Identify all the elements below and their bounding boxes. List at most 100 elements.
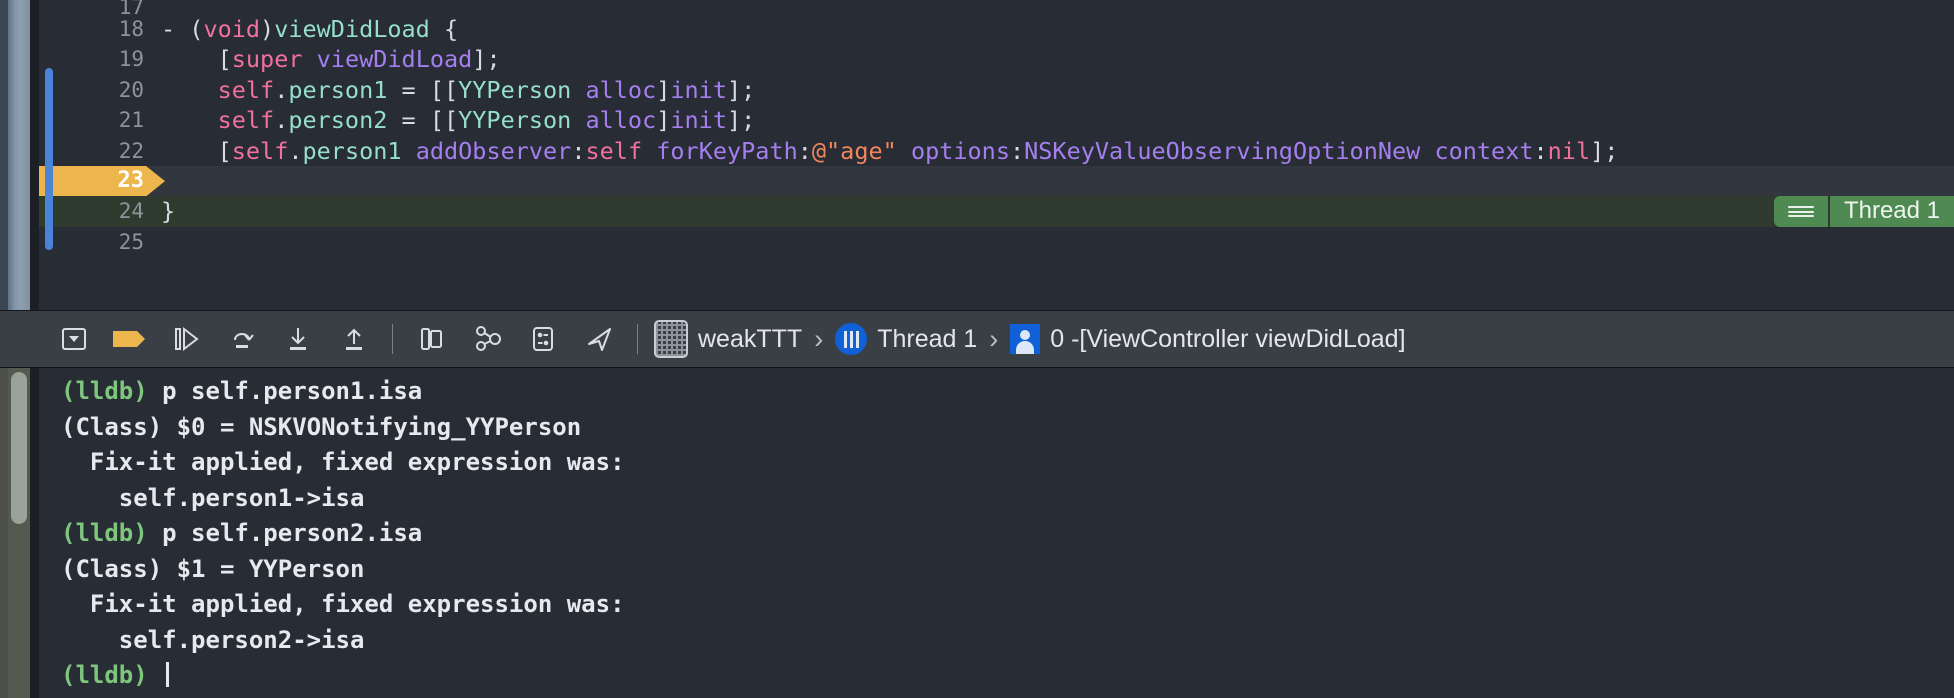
token: [ — [161, 136, 232, 165]
step-out-icon[interactable] — [326, 310, 382, 368]
hide-debug-area-icon[interactable] — [46, 310, 102, 368]
code-text: self.person1 = [[YYPerson alloc]init]; — [161, 75, 756, 105]
token: . — [288, 136, 303, 165]
breadcrumb: weakTTT › Thread 1 › 0 -[ViewController … — [654, 320, 1406, 358]
token: ) — [260, 15, 275, 43]
console-line: self.person1->isa — [61, 481, 1954, 517]
token: nil — [1547, 136, 1591, 165]
token: : — [571, 136, 586, 165]
environment-overrides-icon[interactable] — [515, 310, 571, 368]
toolbar-divider — [637, 324, 638, 354]
code-canvas[interactable]: 17 18- (void)viewDidLoad {19 [super viewD… — [39, 0, 1954, 310]
token: } — [161, 197, 176, 226]
code-line-17[interactable]: 17 — [39, 0, 1954, 14]
token: [ — [161, 45, 232, 74]
code-line-18[interactable]: 18- (void)viewDidLoad { — [39, 14, 1954, 44]
lldb-console-output[interactable]: (lldb) p self.person1.isa (Class) $0 = NS… — [39, 368, 1954, 698]
step-into-icon[interactable] — [270, 310, 326, 368]
console-text: Fix-it applied, fixed expression was: — [61, 590, 625, 618]
debug-view-hierarchy-icon[interactable] — [403, 310, 459, 368]
token: ] — [656, 75, 671, 104]
token: person1 — [302, 136, 402, 165]
code-line-25[interactable]: 25 — [39, 227, 1954, 257]
token: - — [161, 15, 190, 43]
code-line-21[interactable]: 21 self.person2 = [[YYPerson alloc]init]… — [39, 105, 1954, 135]
console-scrollbar-thumb[interactable] — [11, 372, 27, 524]
frame-icon — [1010, 324, 1041, 354]
console-line: (lldb) — [61, 658, 1954, 694]
breadcrumb-frame-label: 0 -[ViewController viewDidLoad] — [1050, 324, 1406, 353]
console-text: self.person2->isa — [61, 625, 365, 654]
console-text: self.person1->isa — [61, 483, 365, 512]
token: . — [274, 106, 289, 135]
token: alloc — [585, 106, 657, 135]
token: ( — [189, 15, 204, 43]
thread-stop-badge[interactable]: Thread 1 — [1773, 196, 1954, 227]
console-line: self.person2->isa — [61, 623, 1954, 659]
console-text: Fix-it applied, fixed expression was: — [61, 448, 625, 476]
token: init — [670, 106, 727, 135]
code-line-19[interactable]: 19 [super viewDidLoad]; — [39, 44, 1954, 74]
token: ]; — [1590, 136, 1619, 165]
console-text: p self.person1.isa — [162, 377, 423, 405]
line-number: 17 — [118, 0, 144, 14]
token: self — [217, 106, 275, 135]
token: self — [217, 75, 275, 104]
hamburger-icon[interactable] — [1773, 196, 1828, 227]
breadcrumb-thread[interactable]: Thread 1 — [835, 323, 977, 355]
token: forKeyPath — [656, 136, 798, 165]
breadcrumb-thread-label: Thread 1 — [877, 324, 978, 353]
token: alloc — [585, 75, 657, 104]
code-text: self.person2 = [[YYPerson alloc]init]; — [161, 105, 756, 135]
token: person1 — [288, 75, 388, 104]
code-text: [super viewDidLoad]; — [161, 44, 501, 74]
token: = [[ — [387, 106, 459, 135]
token: viewDidLoad — [316, 45, 473, 74]
console-line: (Class) $1 = YYPerson — [61, 552, 1954, 588]
console-left-edge — [0, 368, 8, 698]
editor-vertical-scrollbar[interactable] — [8, 0, 30, 310]
debug-toolbar: weakTTT › Thread 1 › 0 -[ViewController … — [0, 310, 1954, 368]
code-line-22[interactable]: 22 [self.person1 addObserver:self forKey… — [39, 136, 1954, 166]
debug-memory-graph-icon[interactable] — [459, 310, 515, 368]
breakpoints-toggle-icon[interactable] — [102, 310, 158, 368]
line-number: 24 — [118, 199, 144, 224]
code-line-20[interactable]: 20 self.person1 = [[YYPerson alloc]init]… — [39, 75, 1954, 105]
lldb-prompt: (lldb) — [61, 519, 163, 547]
code-line-23[interactable]: 23 — [39, 165, 1954, 197]
console-line: Fix-it applied, fixed expression was: — [61, 445, 1954, 481]
code-line-24[interactable]: 24} Thread 1 — [39, 196, 1954, 227]
token: super — [231, 45, 303, 74]
token: ]; — [726, 106, 756, 135]
project-icon — [654, 320, 688, 358]
simulate-location-icon[interactable] — [571, 310, 627, 368]
code-text: } — [161, 196, 175, 226]
toolbar-divider — [392, 324, 393, 354]
line-number: 19 — [118, 47, 144, 72]
step-over-icon[interactable] — [214, 310, 270, 368]
token: { — [429, 15, 459, 43]
breadcrumb-project[interactable]: weakTTT — [654, 320, 802, 358]
token: self — [231, 136, 289, 165]
line-number: 18 — [118, 17, 144, 41]
code-block-indicator — [45, 68, 53, 250]
console-vertical-scrollbar[interactable] — [8, 368, 30, 698]
token: ]; — [726, 75, 756, 104]
token: context — [1434, 136, 1534, 165]
lldb-prompt: (lldb) — [61, 377, 163, 405]
continue-icon[interactable] — [158, 310, 214, 368]
token: @"age" — [811, 136, 897, 165]
token: person2 — [288, 106, 388, 135]
editor-gutter-gap — [30, 0, 39, 310]
console-line: (lldb) p self.person1.isa — [61, 374, 1954, 410]
breadcrumb-frame[interactable]: 0 -[ViewController viewDidLoad] — [1010, 324, 1406, 354]
token: : — [1533, 136, 1548, 165]
line-number: 25 — [118, 229, 144, 254]
